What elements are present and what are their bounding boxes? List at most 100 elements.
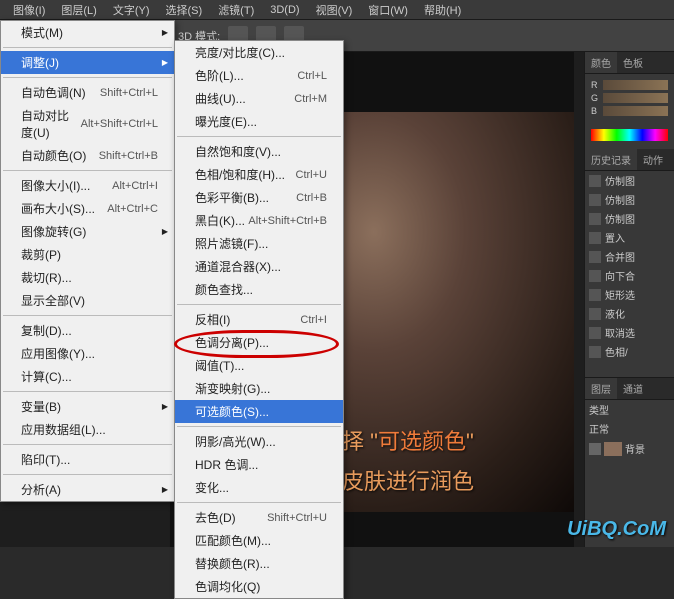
menubar-item[interactable]: 文字(Y) [105, 0, 158, 20]
menu-item[interactable]: 反相(I)Ctrl+I [175, 308, 343, 331]
menu-item[interactable]: 色调均化(Q) [175, 575, 343, 598]
menubar: 图像(I)图层(L)文字(Y)选择(S)滤镜(T)3D(D)视图(V)窗口(W)… [0, 0, 674, 20]
menu-shortcut: Shift+Ctrl+L [100, 87, 158, 99]
menu-item[interactable]: 阈值(T)... [175, 354, 343, 377]
menu-item[interactable]: 照片滤镜(F)... [175, 232, 343, 255]
menubar-item[interactable]: 图像(I) [5, 0, 53, 20]
menu-item-label: 曝光度(E)... [195, 113, 257, 130]
menu-item[interactable]: 自动色调(N)Shift+Ctrl+L [1, 81, 174, 104]
history-item[interactable]: 色相/ [585, 342, 674, 361]
menubar-item[interactable]: 选择(S) [158, 0, 211, 20]
menu-item[interactable]: 色阶(L)...Ctrl+L [175, 64, 343, 87]
menu-item-label: 分析(A) [21, 481, 61, 498]
history-item[interactable]: 矩形选 [585, 285, 674, 304]
menu-item[interactable]: 计算(C)... [1, 365, 174, 388]
history-item[interactable]: 仿制图 [585, 171, 674, 190]
menu-item[interactable]: 渐变映射(G)... [175, 377, 343, 400]
menu-item[interactable]: HDR 色调... [175, 453, 343, 476]
history-item[interactable]: 仿制图 [585, 190, 674, 209]
blend-mode[interactable]: 正常 [589, 421, 609, 436]
history-item[interactable]: 合并图 [585, 247, 674, 266]
menu-item[interactable]: 变量(B) [1, 395, 174, 418]
history-item[interactable]: 置入 [585, 228, 674, 247]
history-item[interactable]: 仿制图 [585, 209, 674, 228]
menu-item[interactable]: 模式(M) [1, 21, 174, 44]
menu-item[interactable]: 自然饱和度(V)... [175, 140, 343, 163]
tab-layers[interactable]: 图层 [585, 378, 617, 399]
history-label: 向下合 [605, 268, 635, 283]
menu-item[interactable]: 复制(D)... [1, 319, 174, 342]
g-slider[interactable] [603, 93, 668, 103]
menu-item[interactable]: 匹配颜色(M)... [175, 529, 343, 552]
tab-swatches[interactable]: 色板 [617, 52, 649, 73]
menu-item[interactable]: 画布大小(S)...Alt+Ctrl+C [1, 197, 174, 220]
menu-item[interactable]: 亮度/对比度(C)... [175, 41, 343, 64]
tab-actions[interactable]: 动作 [637, 149, 669, 170]
layer-row[interactable]: 背景 [585, 438, 674, 459]
menu-item[interactable]: 自动颜色(O)Shift+Ctrl+B [1, 144, 174, 167]
menu-item[interactable]: 色相/饱和度(H)...Ctrl+U [175, 163, 343, 186]
menu-item-label: 变量(B) [21, 398, 61, 415]
history-panel: 历史记录 动作 仿制图仿制图仿制图置入合并图向下合矩形选液化取消选色相/ [585, 149, 674, 361]
menu-item[interactable]: 去色(D)Shift+Ctrl+U [175, 506, 343, 529]
menu-item-label: 自动对比度(U) [21, 107, 81, 141]
menu-item[interactable]: 替换颜色(R)... [175, 552, 343, 575]
b-slider[interactable] [603, 106, 668, 116]
menu-item[interactable]: 图像旋转(G) [1, 220, 174, 243]
hue-strip[interactable] [591, 129, 668, 141]
watermark: UiBQ.CoM [567, 518, 666, 541]
menubar-item[interactable]: 滤镜(T) [210, 0, 262, 20]
eye-icon[interactable] [589, 443, 601, 455]
tab-channels[interactable]: 通道 [617, 378, 649, 399]
menu-item[interactable]: 阴影/高光(W)... [175, 430, 343, 453]
menu-item[interactable]: 曲线(U)... Ctrl+M [175, 87, 343, 110]
menu-item-label: 通道混合器(X)... [195, 258, 281, 275]
history-step-icon [589, 346, 601, 358]
menu-item[interactable]: 自动对比度(U)Alt+Shift+Ctrl+L [1, 104, 174, 144]
menu-item[interactable]: 陷印(T)... [1, 448, 174, 471]
menu-item[interactable]: 图像大小(I)...Alt+Ctrl+I [1, 174, 174, 197]
menu-item-label: 颜色查找... [195, 281, 253, 298]
menu-item[interactable]: 可选颜色(S)... [175, 400, 343, 423]
layer-thumb [604, 442, 622, 456]
menubar-item[interactable]: 帮助(H) [416, 0, 469, 20]
menu-item[interactable]: 色调分离(P)... [175, 331, 343, 354]
history-item[interactable]: 取消选 [585, 323, 674, 342]
menu-item-label: 应用数据组(L)... [21, 421, 106, 438]
menu-item[interactable]: 裁剪(P) [1, 243, 174, 266]
menu-item-label: 色相/饱和度(H)... [195, 166, 285, 183]
menu-item-label: 显示全部(V) [21, 292, 85, 309]
menu-item-label: 曲线(U)... [195, 90, 246, 107]
history-label: 色相/ [605, 344, 628, 359]
menubar-item[interactable]: 3D(D) [262, 2, 307, 18]
menu-item[interactable]: 应用数据组(L)... [1, 418, 174, 441]
menu-item[interactable]: 裁切(R)... [1, 266, 174, 289]
menubar-item[interactable]: 图层(L) [53, 0, 104, 20]
layer-name: 背景 [625, 441, 645, 456]
history-step-icon [589, 213, 601, 225]
menu-item[interactable]: 分析(A) [1, 478, 174, 501]
menu-item[interactable]: 曝光度(E)... [175, 110, 343, 133]
history-item[interactable]: 向下合 [585, 266, 674, 285]
menu-item-label: 反相(I) [195, 311, 230, 328]
menu-item[interactable]: 显示全部(V) [1, 289, 174, 312]
menu-item[interactable]: 应用图像(Y)... [1, 342, 174, 365]
menu-item-label: 黑白(K)... [195, 212, 245, 229]
r-slider[interactable] [603, 80, 668, 90]
menubar-item[interactable]: 视图(V) [308, 0, 361, 20]
menu-item[interactable]: 变化... [175, 476, 343, 499]
menu-item[interactable]: 通道混合器(X)... [175, 255, 343, 278]
history-label: 仿制图 [605, 192, 635, 207]
menu-item[interactable]: 色彩平衡(B)...Ctrl+B [175, 186, 343, 209]
menu-item[interactable]: 黑白(K)...Alt+Shift+Ctrl+B [175, 209, 343, 232]
menu-item[interactable]: 颜色查找... [175, 278, 343, 301]
menu-item-label: 照片滤镜(F)... [195, 235, 268, 252]
image-menu-dropdown: 模式(M) 调整(J) 自动色调(N)Shift+Ctrl+L自动对比度(U)Alt… [0, 20, 175, 502]
history-item[interactable]: 液化 [585, 304, 674, 323]
menubar-item[interactable]: 窗口(W) [360, 0, 416, 20]
menu-shortcut: Ctrl+M [294, 93, 327, 105]
history-step-icon [589, 289, 601, 301]
tab-history[interactable]: 历史记录 [585, 149, 637, 170]
tab-color[interactable]: 颜色 [585, 52, 617, 73]
menu-item[interactable]: 调整(J) [1, 51, 174, 74]
